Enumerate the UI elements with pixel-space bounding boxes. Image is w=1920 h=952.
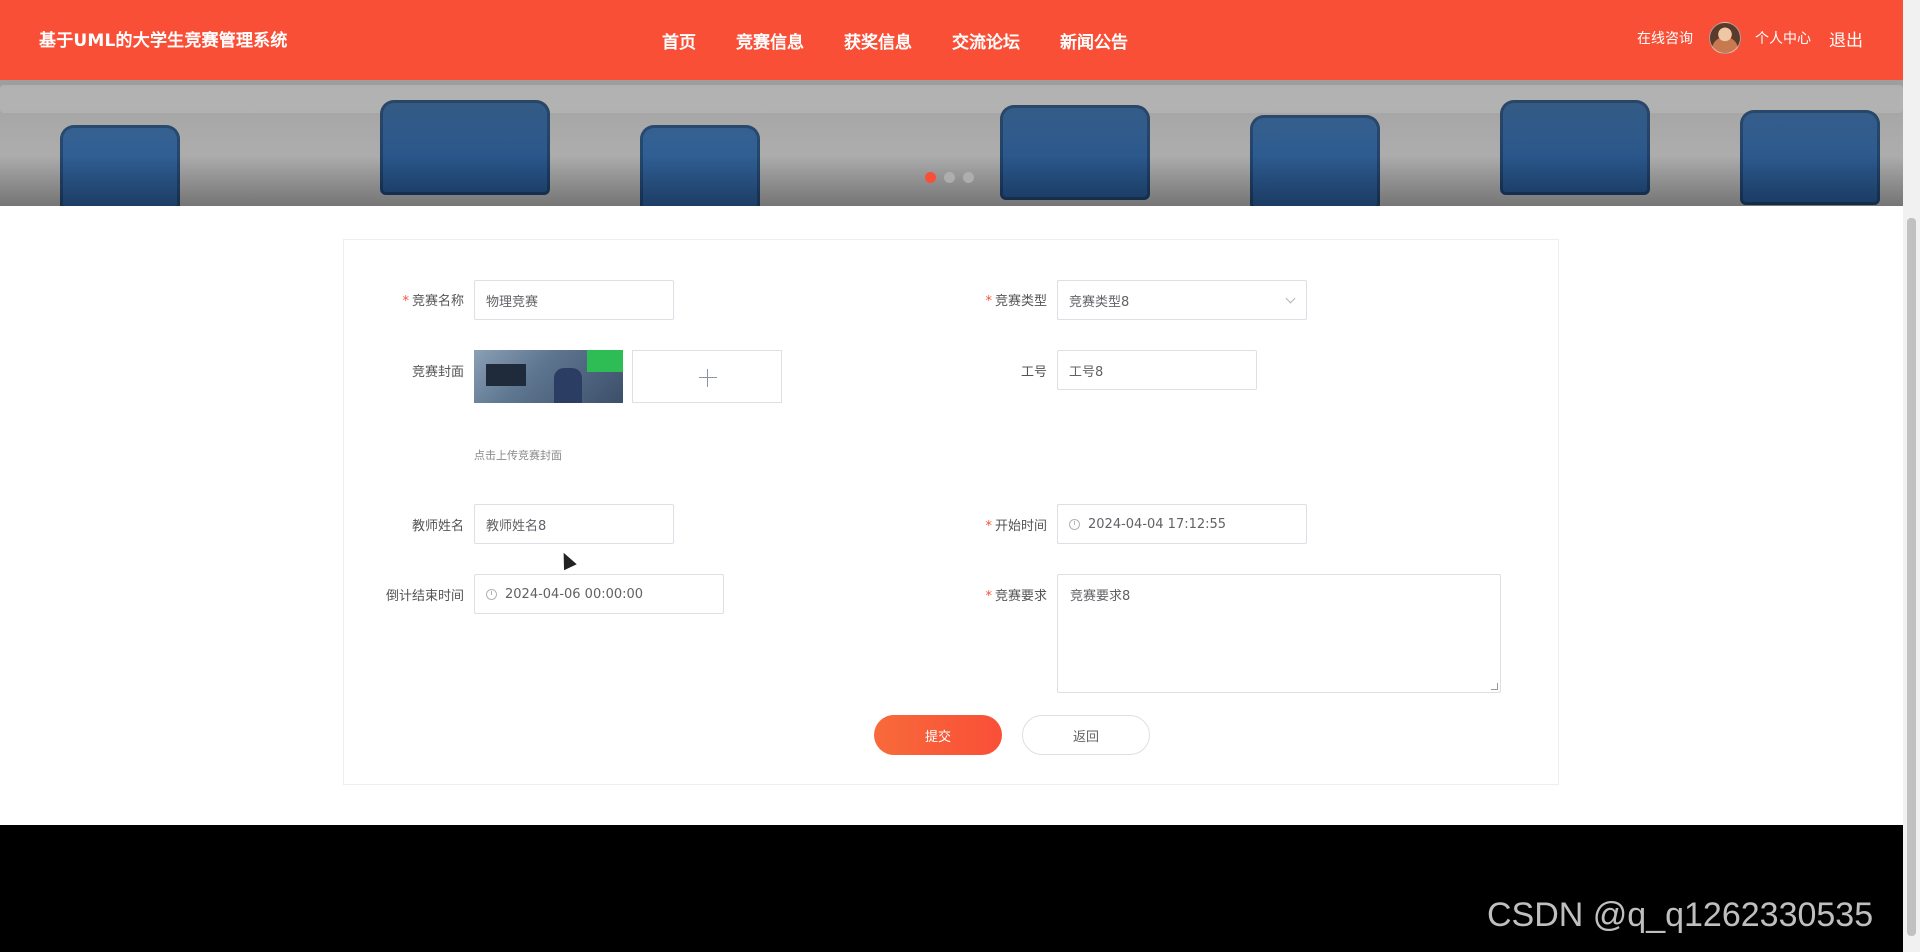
- required-mark: *: [402, 294, 409, 309]
- carousel-indicators: [925, 172, 974, 183]
- avatar[interactable]: [1709, 22, 1741, 54]
- scrollbar-thumb[interactable]: [1907, 218, 1916, 936]
- thumb-screen: [486, 364, 526, 386]
- required-mark: *: [985, 294, 992, 309]
- thumb-green-banner: [587, 350, 623, 372]
- competition-type-select[interactable]: 竞赛类型8: [1057, 280, 1307, 320]
- start-time-label: * 开始时间: [985, 519, 1047, 534]
- countdown-end-label: 倒计结束时间: [385, 589, 464, 604]
- cover-upload-hint: 点击上传竞赛封面: [474, 449, 562, 462]
- required-mark: *: [985, 519, 992, 534]
- banner-carousel: [0, 80, 1903, 206]
- teacher-name-label: 教师姓名: [411, 519, 464, 534]
- countdown-end-picker[interactable]: 2024-04-06 00:00:00: [474, 574, 724, 614]
- online-consult-link[interactable]: 在线咨询: [1637, 28, 1693, 48]
- job-number-input[interactable]: 工号8: [1057, 350, 1257, 390]
- user-center-link[interactable]: 个人中心: [1755, 28, 1811, 48]
- competition-name-input[interactable]: 物理竞赛: [474, 280, 674, 320]
- banner-shade: [0, 80, 1903, 206]
- competition-type-label: * 竞赛类型: [985, 294, 1047, 309]
- clock-icon: [1069, 518, 1080, 530]
- cover-label: 竞赛封面: [411, 365, 464, 380]
- carousel-dot[interactable]: [944, 172, 955, 183]
- main-nav: 首页 竞赛信息 获奖信息 交流论坛 新闻公告: [662, 28, 1168, 53]
- back-button[interactable]: 返回: [1022, 715, 1150, 755]
- header-actions: 在线咨询 个人中心 退出: [1623, 22, 1863, 54]
- cover-thumbnail[interactable]: [474, 350, 623, 403]
- carousel-dot[interactable]: [963, 172, 974, 183]
- submit-button[interactable]: 提交: [874, 715, 1002, 755]
- nav-awards[interactable]: 获奖信息: [844, 28, 912, 53]
- cover-upload-button[interactable]: [632, 350, 782, 403]
- chevron-down-icon: [1285, 293, 1296, 304]
- competition-name-label: * 竞赛名称: [402, 294, 464, 309]
- watermark: CSDN @q_q1262330535: [1487, 896, 1874, 934]
- clock-icon: [486, 588, 497, 600]
- requirements-textarea[interactable]: 竞赛要求8: [1057, 574, 1501, 693]
- nav-home[interactable]: 首页: [662, 28, 696, 53]
- required-mark: *: [985, 589, 992, 604]
- nav-forum[interactable]: 交流论坛: [952, 28, 1020, 53]
- site-title: 基于UML的大学生竞赛管理系统: [39, 31, 288, 51]
- nav-competitions[interactable]: 竞赛信息: [736, 28, 804, 53]
- teacher-name-input[interactable]: 教师姓名8: [474, 504, 674, 544]
- resize-handle-icon[interactable]: [1491, 683, 1498, 690]
- nav-news[interactable]: 新闻公告: [1060, 28, 1128, 53]
- logout-link[interactable]: 退出: [1829, 26, 1863, 51]
- start-time-picker[interactable]: 2024-04-04 17:12:55: [1057, 504, 1307, 544]
- job-number-label: 工号: [1020, 365, 1047, 380]
- top-header: 基于UML的大学生竞赛管理系统 首页 竞赛信息 获奖信息 交流论坛 新闻公告 在…: [0, 0, 1903, 80]
- thumb-figure: [554, 368, 582, 403]
- requirements-label: * 竞赛要求: [985, 589, 1047, 604]
- carousel-dot[interactable]: [925, 172, 936, 183]
- plus-icon: [699, 369, 717, 387]
